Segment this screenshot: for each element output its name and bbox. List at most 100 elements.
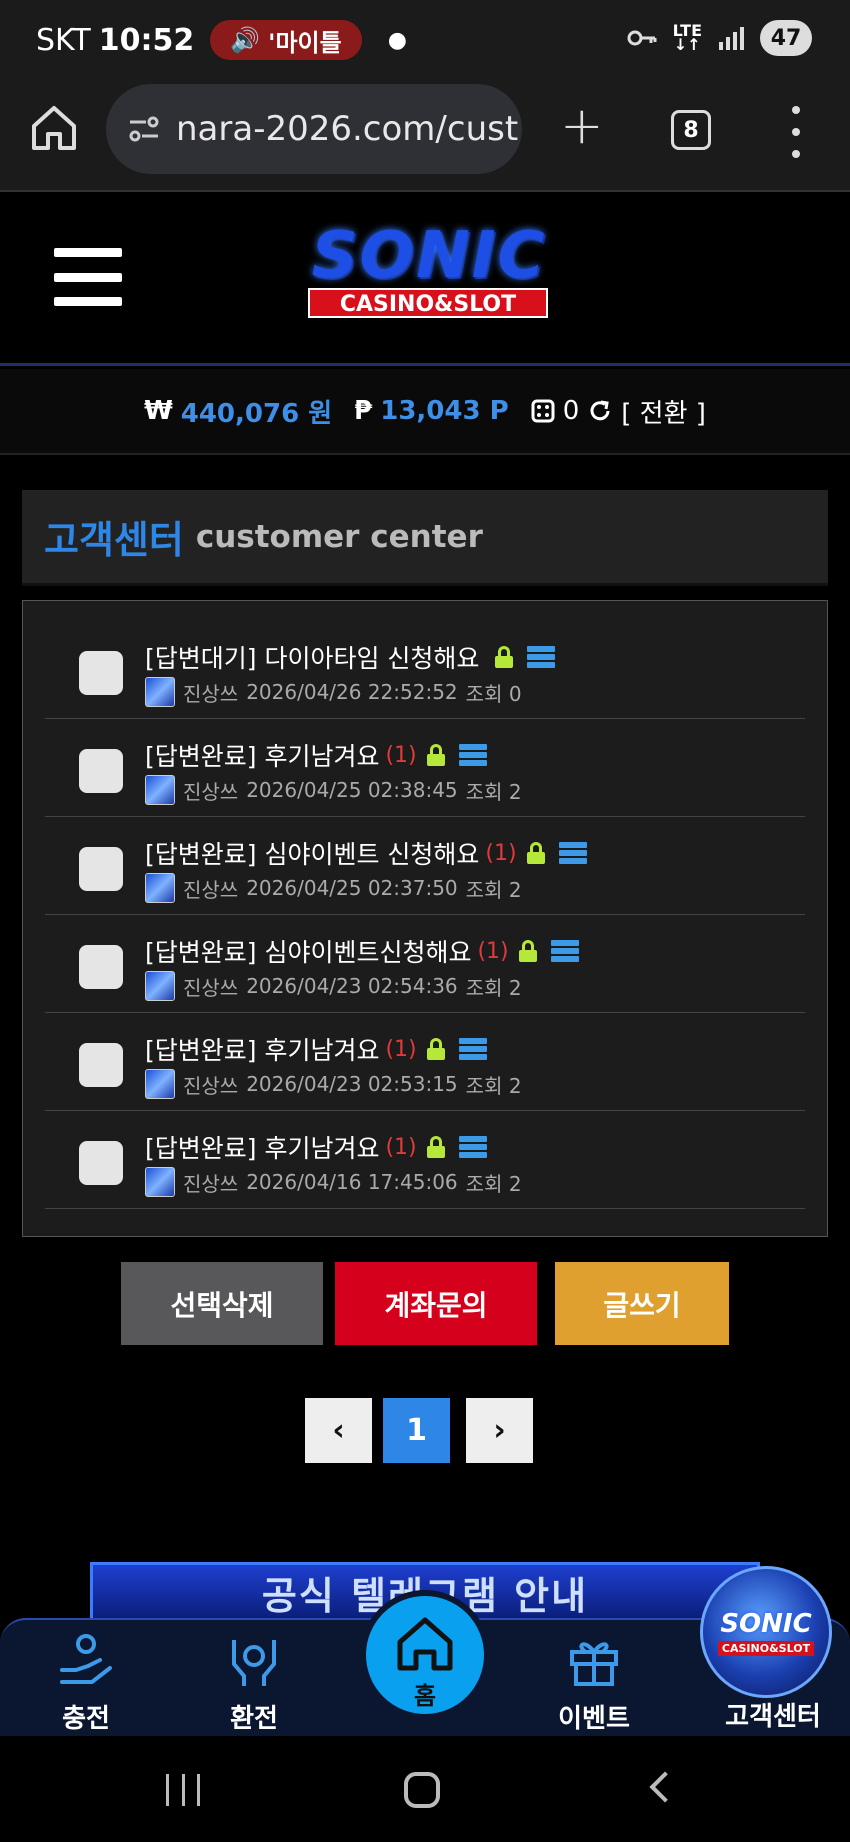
post-views: 조회 2 — [465, 1073, 522, 1098]
back-icon[interactable] — [649, 1771, 681, 1803]
nav-home[interactable]: 홈 — [360, 1590, 490, 1720]
avatar-logo-word: SONIC — [720, 1608, 812, 1639]
reply-count: (1) — [385, 742, 417, 768]
tab-switcher-button[interactable]: 8 — [671, 110, 711, 150]
post-title[interactable]: [답변완료] 후기남겨요 — [145, 1031, 379, 1067]
post-title-line[interactable]: [답변대기] 다이아타임 신청해요 — [145, 639, 556, 675]
post-title-line[interactable]: [답변완료] 후기남겨요 (1) — [145, 1031, 487, 1067]
nav-charge[interactable]: 충전 — [26, 1620, 146, 1738]
row-checkbox[interactable] — [79, 651, 123, 695]
status-left: SKT 10:52 🔊 '마이틀 ● — [36, 20, 407, 60]
post-title[interactable]: [답변완료] 후기남겨요 — [145, 1129, 379, 1165]
post-title-line[interactable]: [답변완료] 후기남겨요 (1) — [145, 737, 487, 773]
post-meta: 진상쓰 2026/04/25 02:37:50 조회 2 — [145, 873, 522, 903]
post-title[interactable]: [답변완료] 심야이벤트 신청해요 — [145, 835, 479, 871]
lte-indicator: LTE ↓↑ — [672, 21, 702, 54]
page-number-current[interactable]: 1 — [383, 1398, 450, 1463]
reply-count: (1) — [477, 938, 509, 964]
balance-bar: ₩ 440,076 원 ₱ 13,043 P 0 [ 전환 ] — [0, 369, 850, 455]
account-inquiry-button[interactable]: 계좌문의 — [335, 1262, 537, 1345]
lock-icon — [426, 744, 445, 766]
list-icon — [550, 940, 579, 962]
lock-icon — [526, 842, 545, 864]
new-tab-button[interactable]: + — [560, 100, 604, 152]
lock-icon — [426, 1038, 445, 1060]
withdraw-hands-icon — [232, 1640, 276, 1686]
lock-icon — [426, 1136, 445, 1158]
list-icon — [458, 744, 487, 766]
nav-event[interactable]: 이벤트 — [534, 1620, 654, 1738]
post-datetime: 2026/04/26 22:52:52 — [246, 680, 458, 704]
clock: 10:52 — [98, 22, 195, 58]
post-meta: 진상쓰 2026/04/25 02:38:45 조회 2 — [145, 775, 522, 805]
post-title-line[interactable]: [답변완료] 심야이벤트 신청해요 (1) — [145, 835, 587, 871]
cash-balance-value: 440,076 원 — [180, 398, 333, 429]
media-label: '마이틀 — [268, 28, 342, 57]
deposit-hand-icon — [60, 1634, 112, 1684]
prev-page-button[interactable]: ‹ — [305, 1398, 372, 1463]
post-views: 조회 2 — [465, 975, 522, 1000]
media-playing-chip[interactable]: 🔊 '마이틀 — [210, 20, 362, 60]
list-item[interactable]: [답변완료] 심야이벤트 신청해요 (1) 진상쓰 2026/04/25 02:… — [45, 817, 805, 915]
logo-subtitle: CASINO&SLOT — [308, 288, 548, 318]
chip-balance: 0 [ 전환 ] — [531, 393, 706, 430]
nav-event-label: 이벤트 — [558, 1704, 630, 1734]
page-title: 고객센터 customer center — [22, 490, 828, 586]
list-item[interactable]: [답변완료] 심야이벤트신청해요 (1) 진상쓰 2026/04/23 02:5… — [45, 915, 805, 1013]
row-checkbox[interactable] — [79, 749, 123, 793]
convert-button[interactable]: [ 전환 ] — [621, 393, 706, 430]
list-icon — [558, 842, 587, 864]
row-checkbox[interactable] — [79, 1043, 123, 1087]
post-datetime: 2026/04/23 02:54:36 — [246, 974, 458, 998]
nav-customer-center-label[interactable]: 고객센터 — [708, 1696, 838, 1733]
point-balance: ₱ 13,043 P — [354, 396, 509, 426]
notification-dot-icon: ● — [387, 27, 407, 53]
list-item[interactable]: [답변완료] 후기남겨요 (1) 진상쓰 2026/04/23 02:53:15… — [45, 1013, 805, 1111]
address-bar[interactable]: nara-2026.com/cust — [106, 84, 522, 174]
site-logo[interactable]: SONIC CASINO&SLOT — [286, 224, 572, 324]
post-title[interactable]: [답변대기] 다이아타임 신청해요 — [145, 639, 479, 675]
reply-count: (1) — [485, 840, 517, 866]
list-item[interactable]: [답변완료] 후기남겨요 (1) 진상쓰 2026/04/16 17:45:06… — [45, 1111, 805, 1209]
delete-selected-button[interactable]: 선택삭제 — [121, 1262, 323, 1345]
row-checkbox[interactable] — [79, 847, 123, 891]
post-title[interactable]: [답변완료] 후기남겨요 — [145, 737, 379, 773]
logo-word: SONIC — [311, 219, 547, 293]
recent-apps-icon[interactable] — [166, 1774, 200, 1806]
home-icon — [397, 1617, 453, 1671]
won-icon: ₩ — [144, 396, 173, 426]
point-icon: ₱ — [354, 396, 373, 426]
hamburger-menu-icon[interactable] — [54, 248, 122, 306]
post-meta: 진상쓰 2026/04/26 22:52:52 조회 0 — [145, 677, 522, 707]
write-button[interactable]: 글쓰기 — [555, 1262, 729, 1345]
refresh-icon[interactable] — [587, 398, 613, 424]
post-title[interactable]: [답변완료] 심야이벤트신청해요 — [145, 933, 471, 969]
nav-exchange[interactable]: 환전 — [194, 1620, 314, 1738]
browser-menu-icon[interactable] — [786, 106, 806, 158]
post-views: 조회 2 — [465, 1171, 522, 1196]
list-icon — [458, 1038, 487, 1060]
author-avatar — [145, 1167, 175, 1197]
lock-icon — [495, 646, 514, 668]
list-item[interactable]: [답변완료] 후기남겨요 (1) 진상쓰 2026/04/25 02:38:45… — [45, 719, 805, 817]
page-title-korean: 고객센터 — [44, 518, 184, 562]
row-checkbox[interactable] — [79, 945, 123, 989]
post-author: 진상쓰 — [183, 779, 239, 804]
author-avatar — [145, 1069, 175, 1099]
post-title-line[interactable]: [답변완료] 후기남겨요 (1) — [145, 1129, 487, 1165]
chip-balance-value: 0 — [562, 396, 580, 426]
post-title-line[interactable]: [답변완료] 심야이벤트신청해요 (1) — [145, 933, 579, 969]
nav-customer-center-avatar[interactable]: SONIC CASINO&SLOT — [700, 1566, 832, 1698]
list-item[interactable]: [답변대기] 다이아타임 신청해요 진상쓰 2026/04/26 22:52:5… — [45, 621, 805, 719]
avatar-logo-subtitle: CASINO&SLOT — [717, 1640, 815, 1656]
signal-icon — [719, 27, 744, 50]
gift-icon — [570, 1642, 618, 1686]
row-checkbox[interactable] — [79, 1141, 123, 1185]
browser-home-icon[interactable] — [28, 102, 80, 154]
system-home-icon[interactable] — [404, 1772, 440, 1808]
post-meta: 진상쓰 2026/04/23 02:53:15 조회 2 — [145, 1069, 522, 1099]
next-page-button[interactable]: › — [466, 1398, 533, 1463]
site-settings-icon[interactable] — [126, 111, 162, 147]
status-bar: SKT 10:52 🔊 '마이틀 ● LTE ↓↑ 47 — [0, 0, 850, 80]
system-nav-bar — [0, 1736, 850, 1842]
